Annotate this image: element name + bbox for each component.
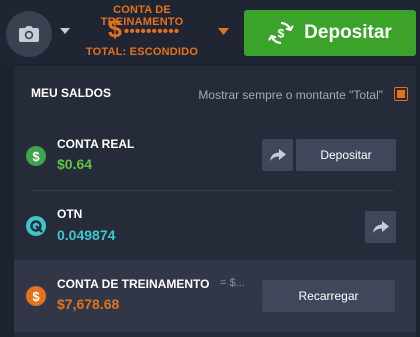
dollar-icon: $	[26, 146, 46, 166]
camera-button[interactable]	[6, 11, 52, 57]
checkbox-fill	[397, 90, 405, 98]
share-button[interactable]	[262, 139, 293, 171]
deposit-button[interactable]: $ Depositar	[244, 10, 416, 56]
deposit-refresh-icon: $	[268, 21, 294, 45]
balance-masked: ••••••••••	[123, 22, 180, 40]
camera-menu-chevron-icon[interactable]	[58, 26, 72, 36]
share-arrow-icon	[269, 149, 286, 161]
reload-button[interactable]: Recarregar	[262, 280, 395, 312]
share-button[interactable]	[365, 211, 396, 243]
account-balance[interactable]: $ ••••••••••	[108, 14, 179, 44]
account-row-practice[interactable]: $ CONTA DE TREINAMENTO = $... $7,678.68 …	[14, 260, 416, 332]
account-value: $0.64	[57, 156, 93, 172]
svg-text:$: $	[278, 27, 285, 41]
camera-icon	[19, 26, 39, 42]
balance-currency-symbol: $	[108, 14, 122, 43]
balances-panel: MEU SALDOS Mostrar sempre o montante "To…	[14, 66, 416, 337]
deposit-real-button[interactable]: Depositar	[296, 139, 396, 171]
account-value: 0.049874	[57, 227, 116, 243]
dollar-icon: $	[26, 286, 46, 306]
account-name: CONTA REAL	[57, 137, 135, 151]
equals-hidden-label: = $...	[220, 277, 245, 289]
account-menu-chevron-icon[interactable]	[216, 25, 230, 37]
balance-status-label: TOTAL: ESCONDIDO	[85, 46, 199, 58]
deposit-button-label: Depositar	[304, 22, 392, 43]
account-name: OTN	[57, 207, 83, 221]
account-name: CONTA DE TREINAMENTO	[57, 277, 210, 291]
show-total-label: Mostrar sempre o montante "Total"	[198, 88, 383, 102]
top-bar: CONTA DE TREINAMENTO $ •••••••••• TOTAL:…	[0, 0, 420, 64]
panel-title: MEU SALDOS	[31, 86, 112, 100]
show-total-checkbox[interactable]	[394, 87, 408, 101]
divider	[31, 190, 394, 191]
otn-coin-icon	[26, 216, 46, 236]
share-arrow-icon	[372, 221, 389, 233]
account-value: $7,678.68	[57, 296, 120, 312]
